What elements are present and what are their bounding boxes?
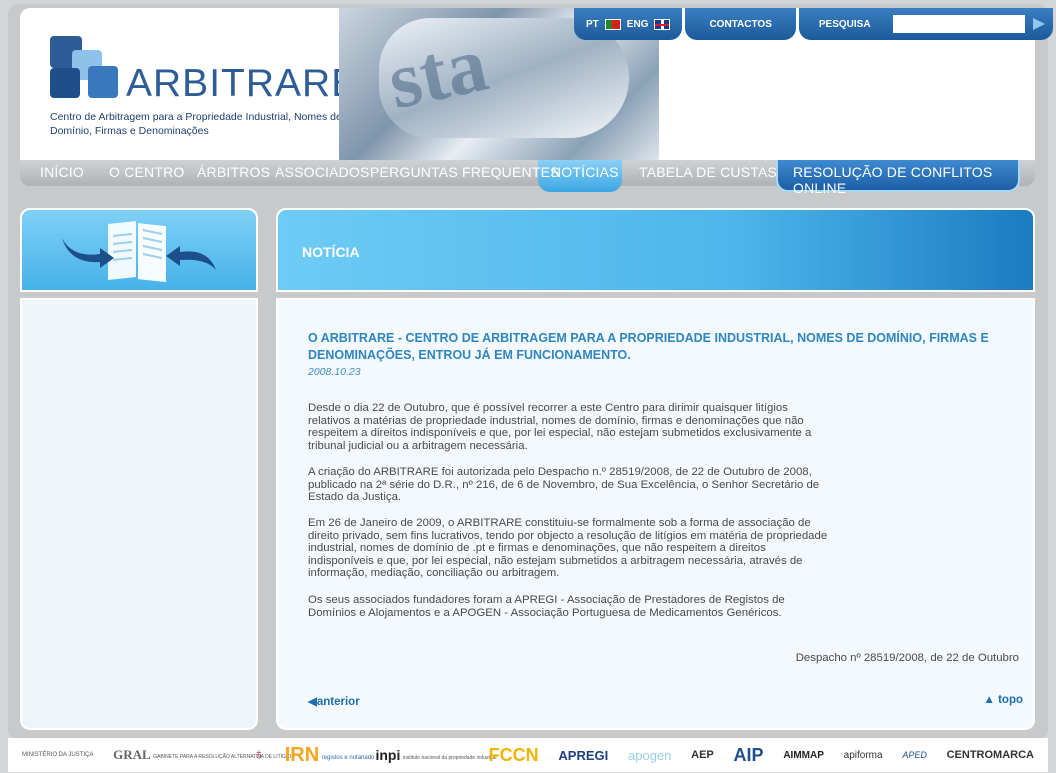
inpi-name: inpi <box>375 747 401 763</box>
top-link[interactable]: ▲ topo <box>984 694 1024 706</box>
brand-name: ARBITRARE <box>126 62 359 105</box>
uk-flag-icon[interactable] <box>654 18 671 30</box>
partner-apiforma-logo[interactable]: apiforma <box>844 750 883 761</box>
partner-irn-logo[interactable]: IRN registos e notariado <box>284 743 375 767</box>
exchange-documents-icon <box>62 221 216 283</box>
arbitrare-logo-icon[interactable] <box>50 36 120 102</box>
partner-fccn-logo[interactable]: FCCN <box>489 745 539 766</box>
partner-aep-logo[interactable]: AEP <box>691 749 714 761</box>
partner-centromarca-logo[interactable]: CENTROMARCA <box>947 749 1034 761</box>
nav-item-arbitros[interactable]: ÁRBITROS <box>197 164 270 180</box>
article-paragraph-3: Em 26 de Janeiro de 2009, o ARBITRARE co… <box>308 517 828 580</box>
up-triangle-icon: ▲ <box>983 694 995 706</box>
nav-item-inicio[interactable]: INÍCIO <box>40 164 84 180</box>
article-paragraph-1: Desde o dia 22 de Outubro, que é possíve… <box>308 402 812 452</box>
partner-crest-icon[interactable]: ♁ <box>253 746 265 764</box>
partners-footer: MINISTÉRIO DA JUSTIÇA GRAL GABINETE PARA… <box>8 738 1048 772</box>
search-bar: PESQUISA <box>798 8 1053 40</box>
article-headline: O ARBITRARE - CENTRO DE ARBITRAGEM PARA … <box>308 331 989 362</box>
nav-item-noticias[interactable]: NOTÍCIAS <box>551 164 619 180</box>
portugal-flag-icon[interactable] <box>604 18 621 30</box>
search-label: PESQUISA <box>818 18 871 30</box>
search-go-arrow-icon[interactable] <box>1032 18 1045 30</box>
nav-item-resolucao-online[interactable]: RESOLUÇÃO DE CONFLITOS ONLINE <box>793 164 1035 196</box>
article-paragraph-4: Os seus associados fundadores foram a AP… <box>308 594 785 619</box>
inpi-desc: instituto nacional da propriedade indust… <box>402 754 497 761</box>
language-switcher: PT ENG <box>574 8 683 40</box>
partner-aimmap-logo[interactable]: AIMMAP <box>783 750 824 761</box>
top-link-label: topo <box>998 694 1023 706</box>
content-header: NOTÍCIA <box>276 208 1035 292</box>
prev-link[interactable]: ◀anterior <box>308 694 360 708</box>
gral-desc: GABINETE PARA A RESOLUÇÃO ALTERNATIVA DE… <box>153 753 295 760</box>
partner-mj-logo[interactable]: MINISTÉRIO DA JUSTIÇA <box>22 752 93 758</box>
article-paragraph-2: A criação do ARBITRARE foi autorizada pe… <box>308 466 820 504</box>
partner-apregi-logo[interactable]: APREGI <box>558 748 608 763</box>
nav-item-perguntas-frequentes[interactable]: PERGUNTAS FREQUENTES <box>370 164 560 180</box>
nav-item-associados[interactable]: ASSOCIADOS <box>275 164 370 180</box>
search-input[interactable] <box>892 15 1025 33</box>
article-date: 2008.10.23 <box>308 366 361 378</box>
gral-name: GRAL <box>113 747 151 762</box>
nav-item-o-centro[interactable]: O CENTRO <box>109 164 185 180</box>
lang-pt-link[interactable]: PT <box>586 19 599 30</box>
partner-aped-logo[interactable]: APED <box>902 750 927 760</box>
irn-desc: registos e notariado <box>321 755 375 762</box>
left-triangle-icon: ◀ <box>308 696 317 708</box>
prev-link-label: anterior <box>316 696 360 708</box>
nav-item-tabela-de-custas[interactable]: TABELA DE CUSTAS <box>639 164 777 180</box>
contactos-link[interactable]: CONTACTOS <box>685 8 796 40</box>
partner-gral-logo[interactable]: GRAL GABINETE PARA A RESOLUÇÃO ALTERNATI… <box>113 747 295 763</box>
left-banner <box>20 208 258 292</box>
article-reference: Despacho nº 28519/2008, de 22 de Outubro <box>795 652 1019 664</box>
article-panel: O ARBITRARE - CENTRO DE ARBITRAGEM PARA … <box>276 298 1035 730</box>
partner-inpi-logo[interactable]: inpi instituto nacional da propriedade i… <box>375 747 497 763</box>
brand-subtitle: Centro de Arbitragem para a Propriedade … <box>50 111 342 137</box>
left-sidebar-panel <box>20 298 258 730</box>
section-title: NOTÍCIA <box>302 244 360 260</box>
partner-apogen-logo[interactable]: apogen <box>628 748 671 763</box>
lang-en-link[interactable]: ENG <box>627 19 649 30</box>
irn-name: IRN <box>284 743 320 766</box>
main-nav: INÍCIO O CENTRO ÁRBITROS ASSOCIADOS PERG… <box>20 160 1035 196</box>
partner-aip-logo[interactable]: AIP <box>734 745 764 766</box>
top-utility-bar: PT ENG CONTACTOS PESQUISA <box>574 8 1053 40</box>
